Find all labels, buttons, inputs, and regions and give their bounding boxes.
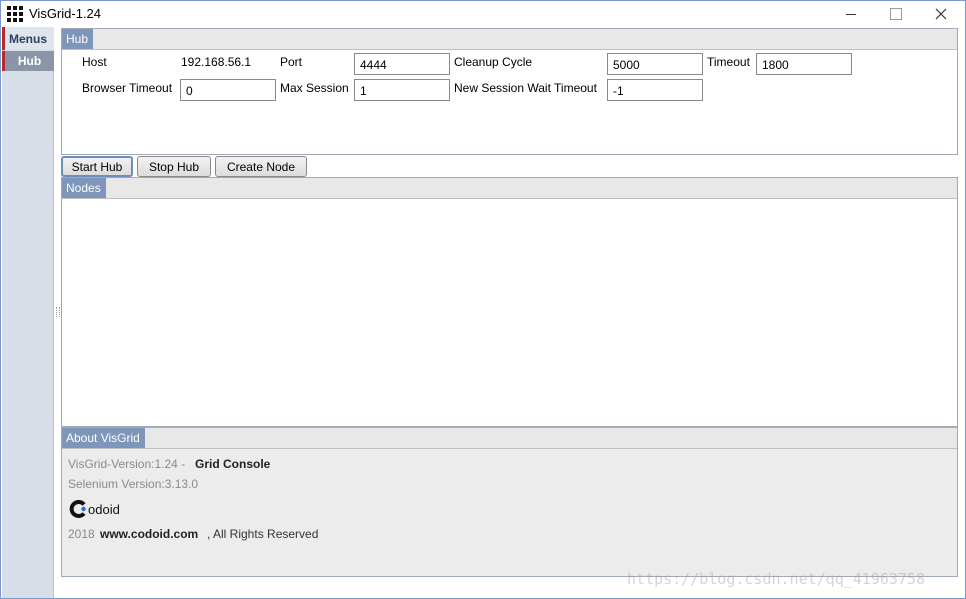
rights-text: , All Rights Reserved xyxy=(207,527,319,541)
port-input[interactable]: 4444 xyxy=(354,53,450,75)
cleanup-cycle-input[interactable]: 5000 xyxy=(607,53,703,75)
menu-item-hub[interactable]: Hub xyxy=(2,51,54,71)
codoid-logo-text: odoid xyxy=(88,501,120,517)
grid-console-text: Grid Console xyxy=(195,457,271,471)
max-session-label: Max Session xyxy=(280,81,349,95)
copyright-year: 2018 xyxy=(68,527,95,541)
watermark-text: https://blog.csdn.net/qq_41963758 xyxy=(627,570,926,588)
hub-tab-strip xyxy=(62,29,957,50)
maximize-button[interactable] xyxy=(873,1,919,27)
about-tab-strip xyxy=(62,428,957,449)
title-bar[interactable]: VisGrid-1.24 xyxy=(1,1,965,27)
host-value: 192.168.56.1 xyxy=(181,55,252,69)
browser-timeout-label: Browser Timeout xyxy=(82,81,173,95)
nodes-tab-strip xyxy=(62,178,957,199)
visgrid-version-text: VisGrid-Version:1.24 - xyxy=(68,457,186,471)
max-session-input[interactable]: 1 xyxy=(354,79,450,101)
new-session-wait-timeout-input[interactable]: -1 xyxy=(607,79,703,101)
codoid-logo: odoid xyxy=(69,498,120,520)
tab-about-visgrid[interactable]: About VisGrid xyxy=(62,428,145,448)
port-label: Port xyxy=(280,55,303,69)
minimize-button[interactable] xyxy=(828,1,874,27)
hub-actions-row: Start Hub Stop Hub Create Node xyxy=(61,155,958,177)
create-node-button[interactable]: Create Node xyxy=(215,156,307,177)
timeout-input[interactable]: 1800 xyxy=(756,53,852,75)
menu-header[interactable]: Menus xyxy=(2,27,54,50)
about-panel: About VisGrid xyxy=(61,427,958,577)
nodes-panel: Nodes xyxy=(61,177,958,427)
new-session-wait-timeout-label: New Session Wait Timeout xyxy=(454,81,597,95)
host-label: Host xyxy=(82,55,107,69)
close-icon xyxy=(935,8,947,20)
tab-hub[interactable]: Hub xyxy=(62,29,94,49)
splitter-handle[interactable] xyxy=(56,307,60,317)
timeout-label: Timeout xyxy=(707,55,750,69)
selenium-version-text: Selenium Version:3.13.0 xyxy=(68,477,199,491)
menu-sidebar: Menus Hub xyxy=(2,27,54,598)
start-hub-button[interactable]: Start Hub xyxy=(61,156,133,177)
cleanup-cycle-label: Cleanup Cycle xyxy=(454,55,533,69)
app-window: VisGrid-1.24 Menus Hub Hub Host 192.168.… xyxy=(0,0,966,599)
tab-nodes[interactable]: Nodes xyxy=(62,178,106,198)
browser-timeout-input[interactable]: 0 xyxy=(180,79,276,101)
codoid-c-icon xyxy=(69,500,86,518)
window-title: VisGrid-1.24 xyxy=(29,6,102,21)
stop-hub-button[interactable]: Stop Hub xyxy=(137,156,211,177)
website-link[interactable]: www.codoid.com xyxy=(100,527,198,541)
grid-app-icon xyxy=(7,6,23,22)
close-button[interactable] xyxy=(918,1,964,27)
